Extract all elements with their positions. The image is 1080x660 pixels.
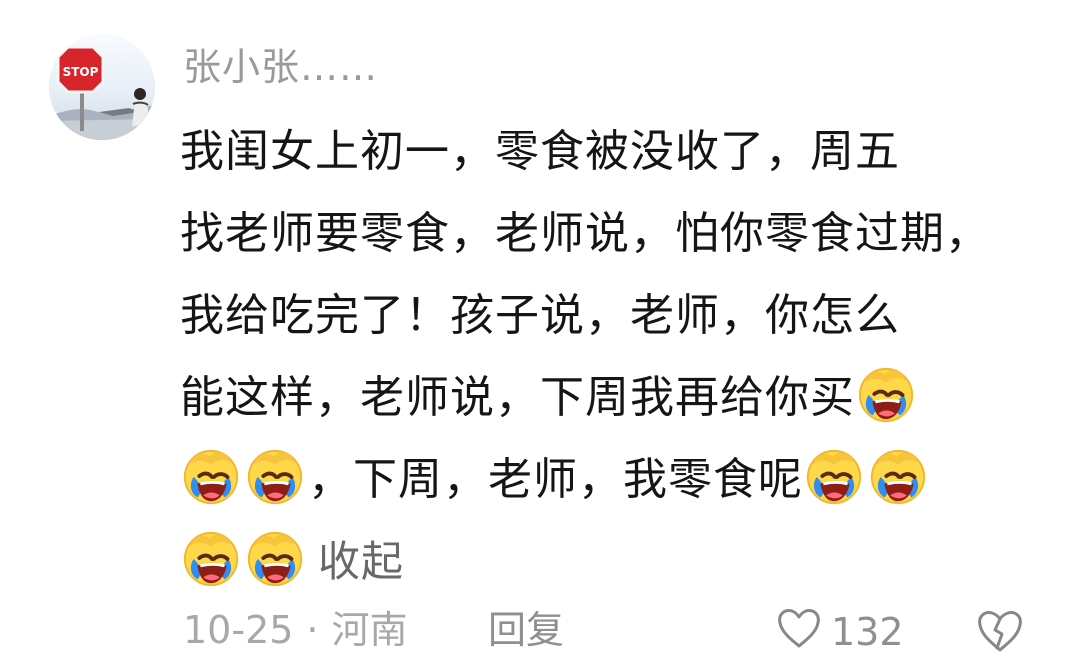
username[interactable]: 张小张…… [183, 40, 378, 94]
comment-line-2: 找老师要零食，老师说，怕你零食过期， [180, 208, 990, 259]
comment-line-4: 能这样，老师说，下周我再给你买 [180, 357, 1040, 439]
meta-separator: · [306, 608, 319, 652]
like-button[interactable]: 132 [775, 605, 904, 657]
stop-sign-avatar-icon: STOP [49, 34, 155, 140]
user-avatar[interactable]: STOP [49, 34, 155, 140]
laughing-crying-face-icon [180, 528, 242, 590]
comment-line-5-text: ，下周，老师，我零食呢 [308, 454, 803, 505]
laughing-crying-face-icon [803, 446, 865, 508]
comment-line-5: ，下周，老师，我零食呢 [180, 439, 1040, 521]
comment-footer: 10-25 · 河南 回复 132 [183, 605, 1043, 655]
comment-location: 河南 [331, 608, 408, 652]
laughing-crying-face-icon [180, 446, 242, 508]
svg-text:STOP: STOP [63, 65, 99, 79]
collapse-comment-button[interactable]: 收起 [318, 521, 404, 603]
laughing-crying-face-icon [867, 446, 929, 508]
comment-text: 我闺女上初一，零食被没收了，周五 找老师要零食，老师说，怕你零食过期， 我给吃完… [180, 111, 1040, 603]
laughing-crying-face-icon [855, 364, 917, 426]
heart-icon [778, 609, 820, 648]
comment-line-3: 我给吃完了！孩子说，老师，你怎么 [180, 290, 900, 341]
broken-heart-icon[interactable] [975, 606, 1025, 656]
comment-card: STOP 张小张…… 我闺女上初一，零食被没收了，周五 找老师要零食，老师说，怕… [0, 0, 1080, 660]
comment-line-4-text: 能这样，老师说，下周我再给你买 [180, 372, 855, 423]
comment-line-1: 我闺女上初一，零食被没收了，周五 [180, 126, 900, 177]
laughing-crying-face-icon [244, 446, 306, 508]
reply-button[interactable]: 回复 [488, 605, 564, 655]
like-count: 132 [831, 610, 904, 654]
laughing-crying-face-icon [244, 528, 306, 590]
comment-line-6: 收起 [180, 521, 1040, 603]
comment-date: 10-25 [183, 608, 294, 652]
